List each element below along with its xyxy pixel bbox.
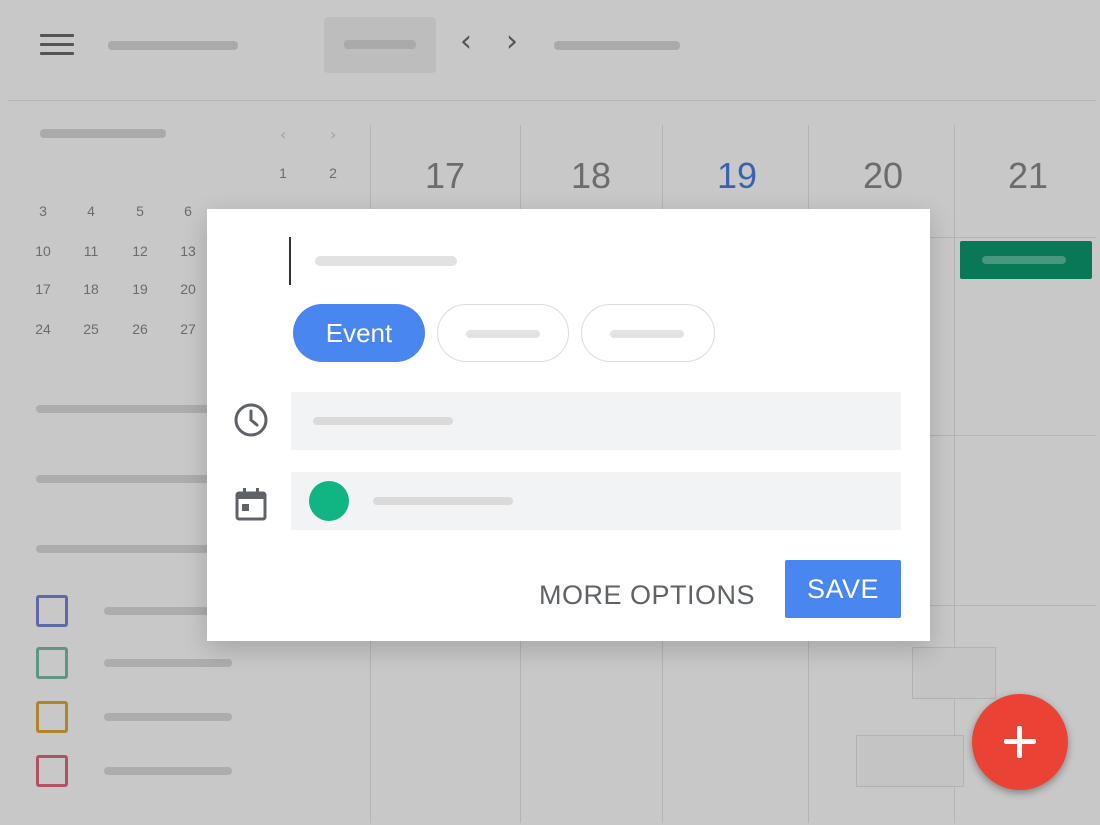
calendar-icon <box>231 484 271 524</box>
task-type-chip[interactable] <box>581 304 715 362</box>
quick-create-dialog: Event MORE OPTIONS SAVE <box>207 209 930 641</box>
save-button[interactable]: SAVE <box>785 560 901 618</box>
title-placeholder-line <box>315 256 457 266</box>
event-type-chip[interactable]: Event <box>293 304 425 362</box>
date-time-field[interactable] <box>291 392 901 450</box>
clock-icon <box>231 400 271 440</box>
calendar-select[interactable] <box>291 472 901 530</box>
text-caret <box>289 237 291 285</box>
create-fab-plus-icon[interactable] <box>972 694 1068 790</box>
reminder-type-chip[interactable] <box>437 304 569 362</box>
more-options-button[interactable]: MORE OPTIONS <box>527 569 767 621</box>
app-window: ‹ › ‹ › 1 2 3 4 5 6 10 11 12 13 17 18 19 20 24 25 26 27 1… <box>0 0 1100 825</box>
calendar-color-dot <box>309 481 349 521</box>
